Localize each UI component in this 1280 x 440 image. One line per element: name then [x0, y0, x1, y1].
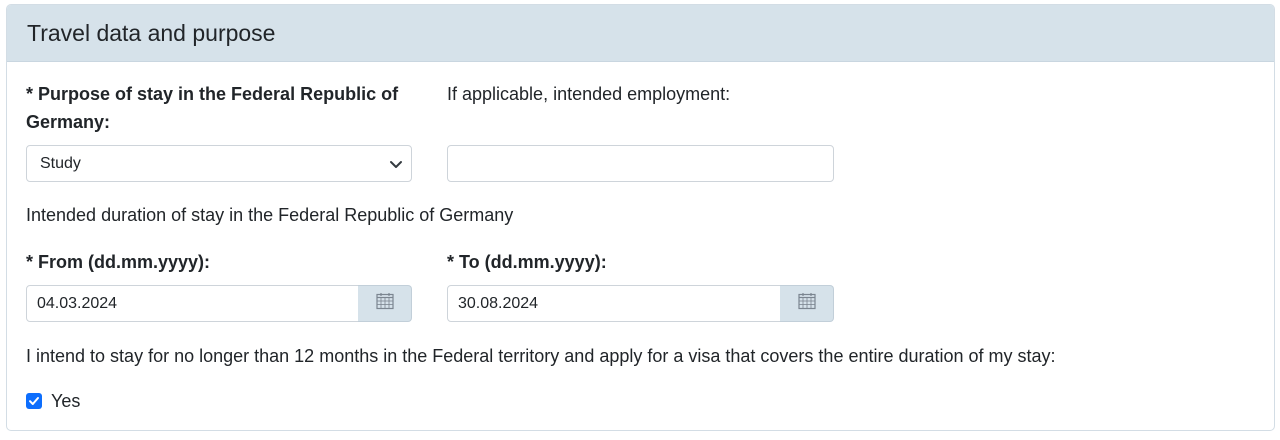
- card-header: Travel data and purpose: [7, 5, 1274, 62]
- purpose-select[interactable]: Study: [26, 145, 412, 182]
- employment-label: If applicable, intended employment:: [447, 84, 731, 104]
- yes-checkbox[interactable]: [26, 393, 42, 409]
- check-icon: [29, 397, 39, 405]
- to-label: * To (dd.mm.yyyy):: [447, 252, 607, 272]
- to-date-input[interactable]: 30.08.2024: [447, 285, 781, 322]
- from-calendar-button[interactable]: [358, 285, 412, 322]
- purpose-label: * Purpose of stay in the Federal Republi…: [26, 84, 399, 132]
- calendar-icon: [797, 292, 816, 315]
- duration-heading: Intended duration of stay in the Federal…: [26, 205, 514, 225]
- purpose-selected-value: Study: [40, 154, 81, 172]
- yes-checkbox-row: Yes: [26, 387, 80, 415]
- calendar-icon: [375, 292, 394, 315]
- section-title: Travel data and purpose: [27, 19, 276, 46]
- declaration-text: I intend to stay for no longer than 12 m…: [26, 346, 1056, 366]
- chevron-down-icon: [381, 159, 411, 169]
- to-calendar-button[interactable]: [780, 285, 834, 322]
- from-date-input[interactable]: 04.03.2024: [26, 285, 359, 322]
- yes-checkbox-label[interactable]: Yes: [51, 387, 80, 415]
- employment-input[interactable]: [447, 145, 834, 182]
- from-label: * From (dd.mm.yyyy):: [26, 252, 211, 272]
